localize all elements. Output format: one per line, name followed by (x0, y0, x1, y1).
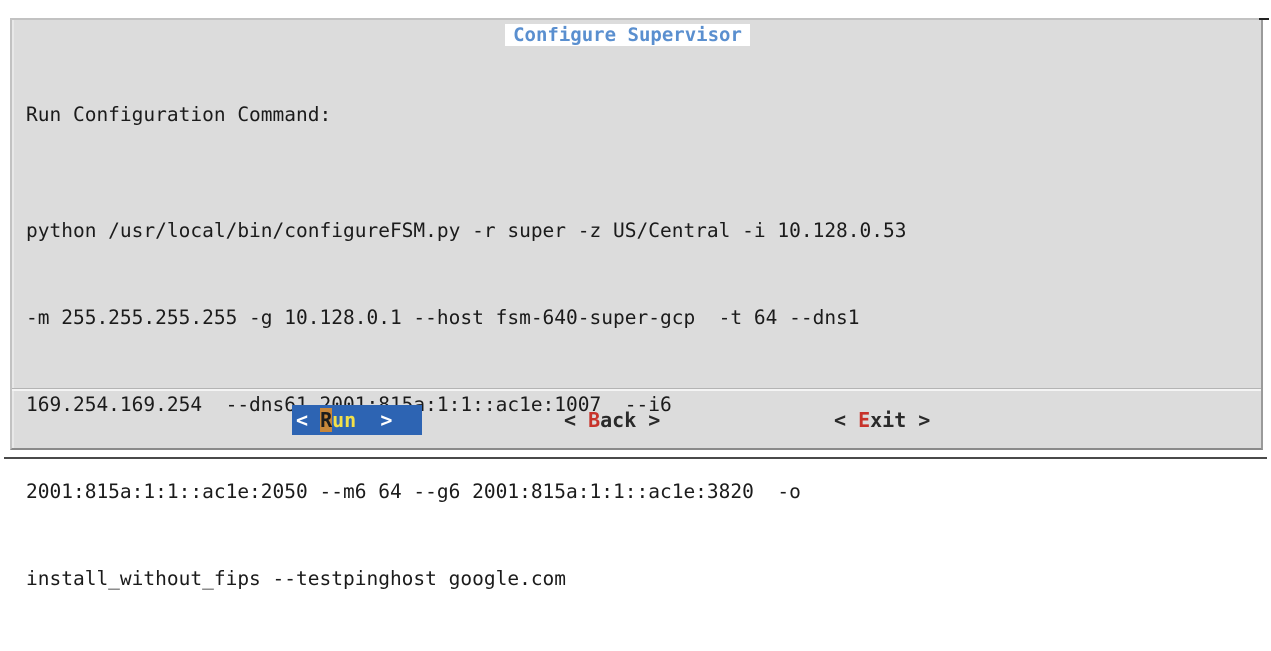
command-line-5: install_without_fips --testpinghost goog… (26, 567, 567, 590)
back-button-close-bracket: > (636, 408, 661, 432)
run-button-hotkey: R (320, 408, 333, 432)
dialog-message: Run Configuration Command: python /usr/l… (26, 42, 1247, 651)
back-button-label: ack (600, 408, 637, 432)
back-button-hotkey: B (588, 408, 601, 432)
command-line-4: 2001:815a:1:1::ac1e:2050 --m6 64 --g6 20… (26, 480, 801, 503)
command-line-1: python /usr/local/bin/configureFSM.py -r… (26, 219, 907, 242)
exit-button-open-bracket: < (834, 408, 859, 432)
dialog-corner-mark (1259, 18, 1269, 20)
command-line-2: -m 255.255.255.255 -g 10.128.0.1 --host … (26, 306, 860, 329)
configure-supervisor-dialog: Configure Supervisor Run Configuration C… (10, 18, 1269, 590)
exit-button[interactable]: < Exit > (834, 405, 930, 435)
back-button[interactable]: < Back > (564, 405, 660, 435)
run-button-open-bracket: < (296, 408, 321, 432)
run-button-label: un (332, 408, 357, 432)
run-button-close-bracket: > (356, 408, 393, 432)
exit-button-hotkey: E (858, 408, 871, 432)
button-separator (12, 389, 1261, 391)
back-button-open-bracket: < (564, 408, 589, 432)
dialog-left-border (12, 20, 14, 448)
exit-button-label: xit (870, 408, 907, 432)
run-button[interactable]: < Run > (292, 405, 422, 435)
exit-button-close-bracket: > (906, 408, 931, 432)
button-bar: < Run > < Back > < Exit > (12, 401, 1261, 441)
message-heading: Run Configuration Command: (26, 103, 332, 126)
